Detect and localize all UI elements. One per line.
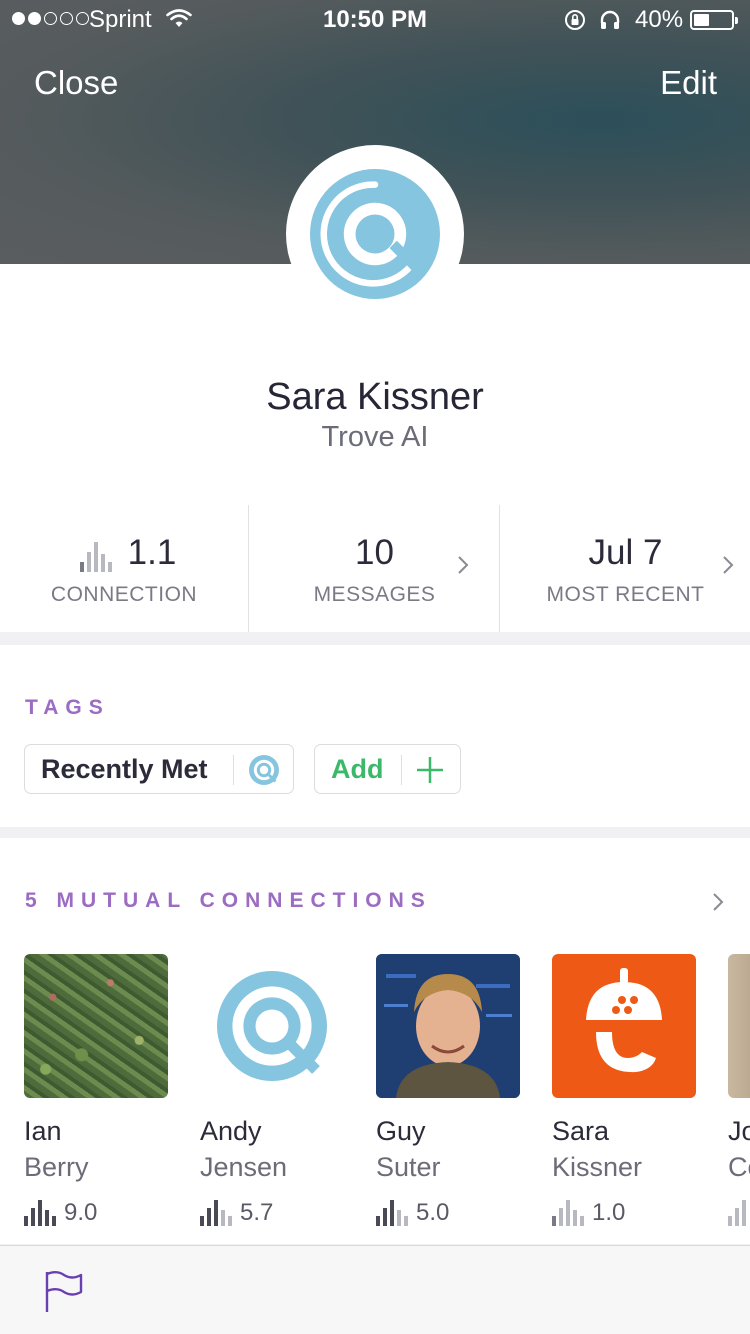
tag-label: Recently Met	[41, 754, 208, 784]
add-tag-label: Add	[331, 754, 384, 784]
trove-logo-icon	[310, 169, 440, 299]
last-name: Co	[728, 1152, 750, 1182]
mutual-connection-card[interactable]: Sara Kissner 1.0	[552, 954, 696, 1226]
person-photo	[376, 954, 520, 1098]
trove-logo-icon	[217, 971, 327, 1081]
connection-strength-icon	[24, 1200, 56, 1226]
status-bar: Sprint 10:50 PM 40%	[0, 0, 750, 40]
last-name: Berry	[24, 1152, 89, 1182]
mutual-connection-card[interactable]: Ian Berry 9.0	[24, 954, 168, 1226]
messages-stat[interactable]: 10 MESSAGES	[250, 505, 500, 632]
rotation-lock-icon	[565, 10, 585, 30]
connection-strength-icon	[728, 1200, 746, 1226]
last-name: Jensen	[200, 1152, 288, 1182]
most-recent-label: MOST RECENT	[546, 583, 705, 606]
tag-recently-met[interactable]: Recently Met	[24, 744, 294, 794]
mutual-connections-section: 5 MUTUAL CONNECTIONS Ian Berry 9.0 Andy …	[0, 838, 750, 1244]
battery-percent: 40%	[635, 6, 684, 33]
connection-score: 5.7	[240, 1199, 274, 1226]
headphones-icon	[600, 10, 620, 29]
first-name: Sara	[552, 1116, 610, 1146]
connection-score: 5.0	[416, 1199, 450, 1226]
trove-logo-icon	[249, 755, 279, 785]
chevron-right-icon[interactable]	[712, 892, 724, 912]
messages-label: MESSAGES	[313, 583, 436, 606]
tags-section: TAGS Recently Met Add	[0, 645, 750, 827]
close-button[interactable]: Close	[34, 64, 118, 102]
most-recent-stat[interactable]: Jul 7 MOST RECENT	[501, 505, 750, 632]
mutual-connection-card[interactable]: Jo Co	[728, 954, 750, 1226]
last-name: Kissner	[552, 1152, 643, 1182]
plants-photo	[24, 954, 168, 1098]
connection-strength-icon	[552, 1200, 584, 1226]
first-name: Ian	[24, 1116, 62, 1146]
connection-stat: 1.1 CONNECTION	[0, 505, 249, 632]
mutual-connections-title: 5 MUTUAL CONNECTIONS	[25, 889, 432, 912]
person-photo	[376, 954, 520, 1098]
connection-label: CONNECTION	[50, 583, 198, 606]
acorn-logo-icon	[552, 954, 696, 1098]
last-name: Suter	[376, 1152, 441, 1182]
mutual-connection-card[interactable]: Guy Suter 5.0	[376, 954, 520, 1226]
avatar	[200, 954, 344, 1098]
most-recent-value: Jul 7	[588, 533, 663, 572]
flag-icon[interactable]	[44, 1270, 84, 1314]
acorn-logo-icon	[586, 968, 662, 1073]
profile-company: Trove AI	[321, 421, 429, 453]
first-name: Andy	[200, 1116, 262, 1146]
connection-score: 9.0	[64, 1199, 98, 1226]
person-photo	[728, 954, 750, 1098]
connection-score: 1.0	[592, 1199, 626, 1226]
chevron-right-icon	[458, 556, 469, 574]
battery-icon	[690, 10, 738, 30]
profile-name: Sara Kissner	[266, 376, 484, 418]
tags-title: TAGS	[25, 696, 110, 719]
plus-icon	[417, 757, 443, 783]
connection-strength-icon	[200, 1200, 232, 1226]
edit-button[interactable]: Edit	[660, 64, 717, 102]
connection-strength-icon	[376, 1200, 408, 1226]
first-name: Jo	[728, 1116, 750, 1146]
connection-value: 1.1	[127, 533, 177, 572]
first-name: Guy	[376, 1116, 426, 1146]
mutual-connection-card[interactable]: Andy Jensen 5.7	[200, 954, 344, 1226]
chevron-right-icon	[723, 556, 734, 574]
add-tag-button[interactable]: Add	[314, 744, 461, 794]
avatar	[286, 145, 464, 323]
tab-bar	[0, 1245, 750, 1334]
